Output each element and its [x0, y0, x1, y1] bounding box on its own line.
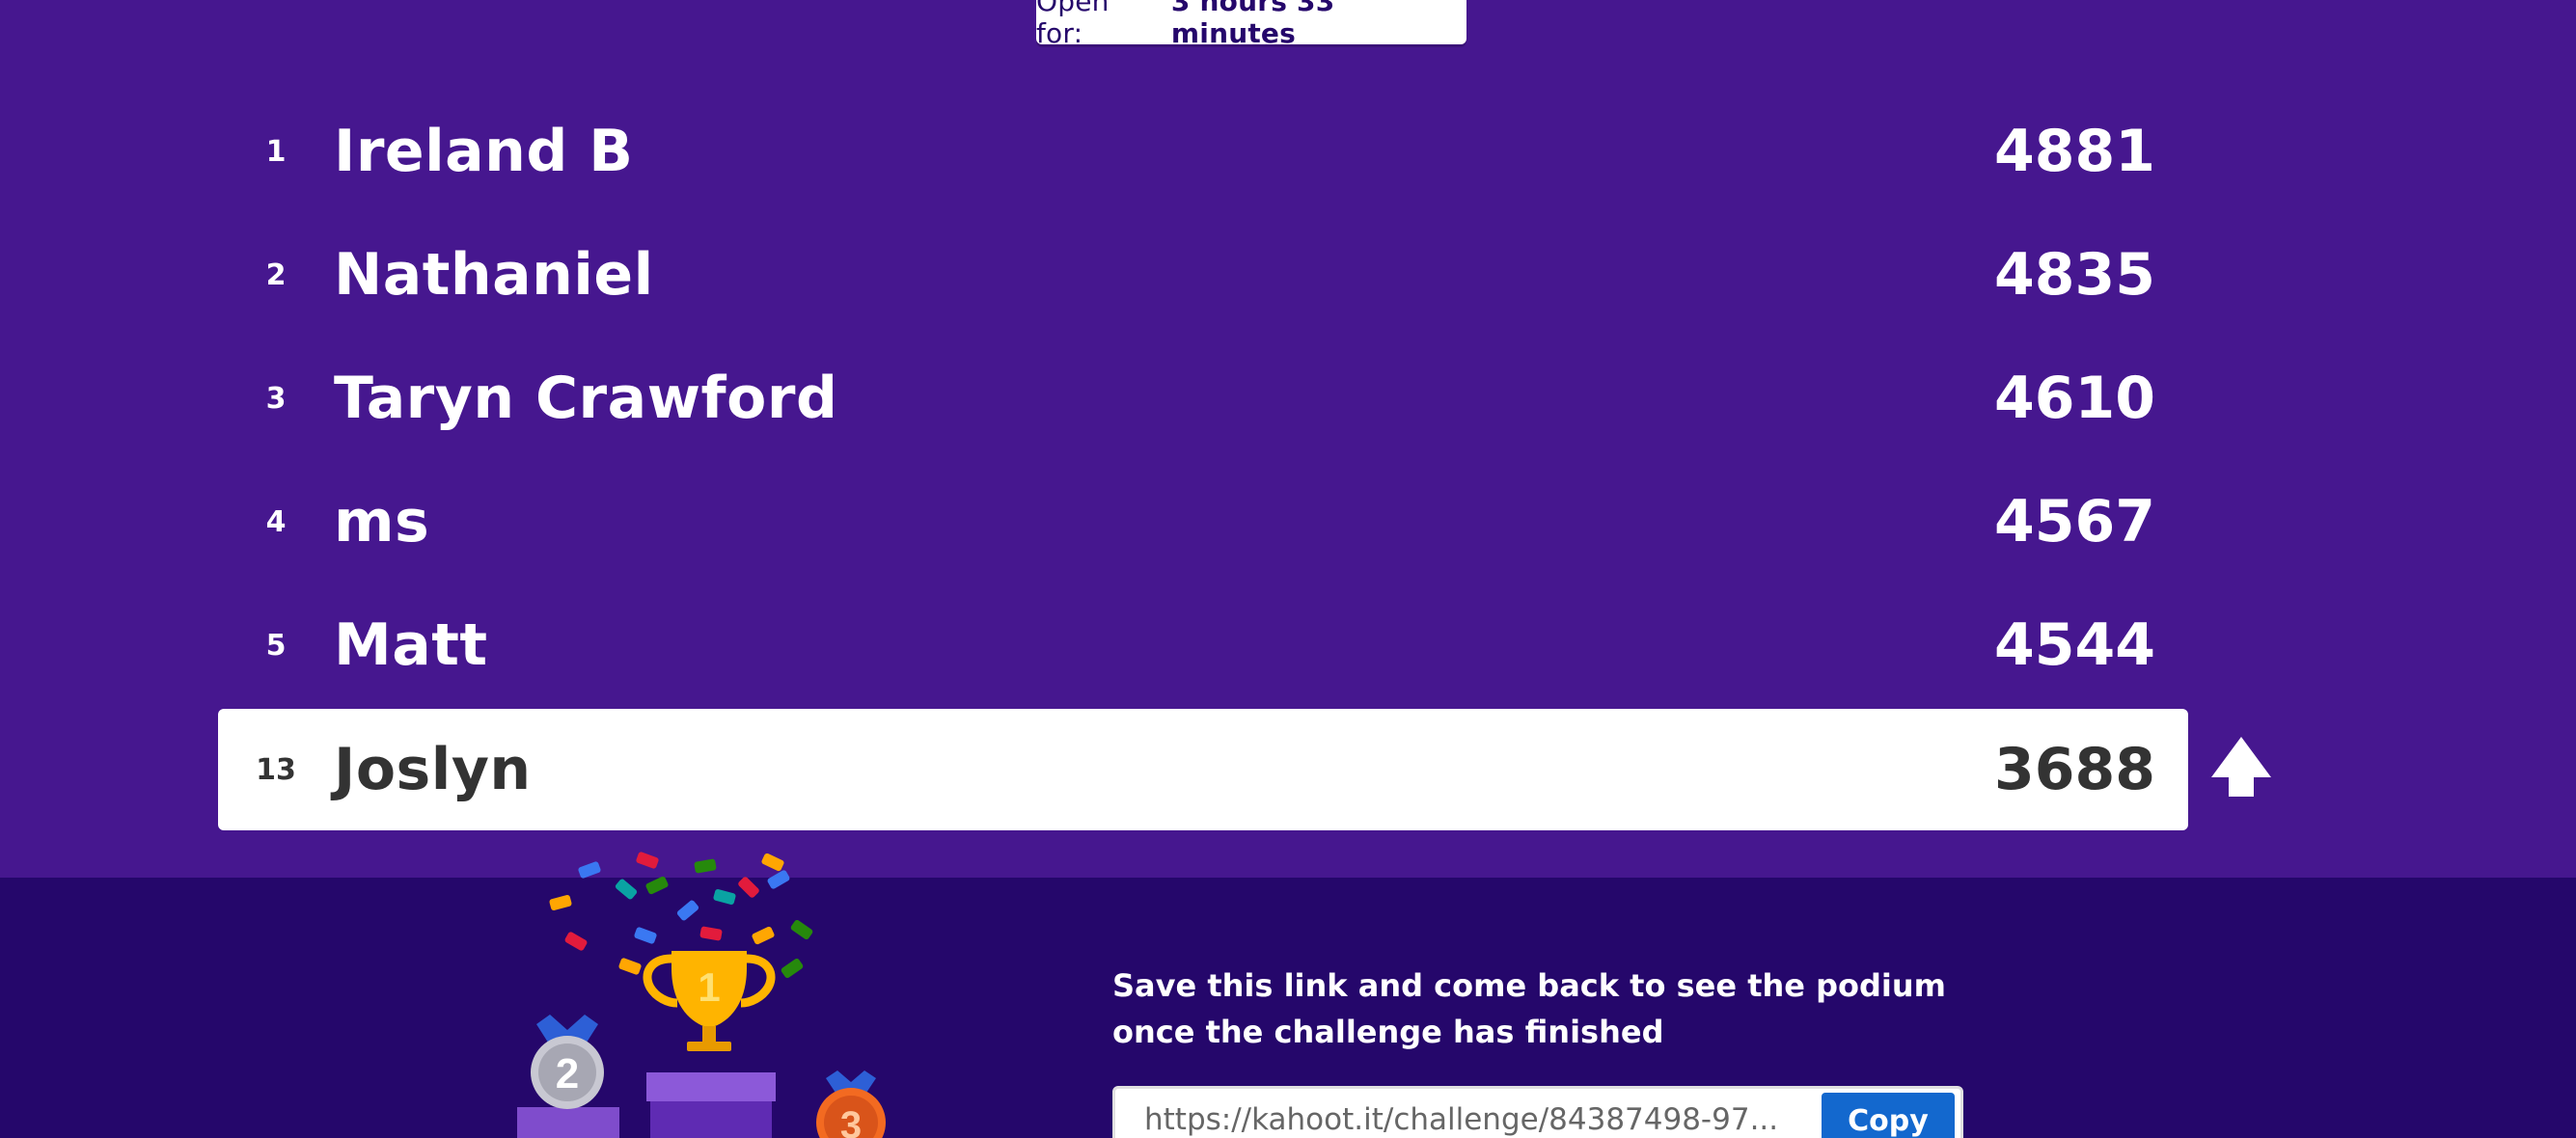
row-rank: 4 [265, 504, 287, 539]
challenge-link-text[interactable]: https://kahoot.it/challenge/84387498-97.… [1115, 1102, 1822, 1137]
row-rank: 1 [265, 134, 287, 169]
row-score: 4567 [1994, 488, 2155, 555]
row-player-name: Nathaniel [334, 241, 654, 309]
open-for-label: Open for: [1036, 0, 1110, 49]
arrow-up-icon [2211, 737, 2271, 797]
row-rank: 5 [265, 628, 287, 663]
copy-link-button[interactable]: Copy [1822, 1093, 1955, 1138]
row-player-name: Matt [334, 611, 488, 679]
leaderboard-row: 1 Ireland B 4881 [218, 91, 2188, 212]
save-link-line-1: Save this link and come back to see the … [1112, 967, 1946, 1004]
row-score: 4544 [1994, 611, 2155, 679]
row-rank: 2 [265, 257, 287, 292]
leaderboard-row: 2 Nathaniel 4835 [218, 214, 2188, 336]
bronze-medal-icon: 3 [816, 1070, 886, 1138]
current-player-row: 13 Joslyn 3688 [218, 709, 2188, 830]
silver-medal-icon: 2 [531, 1015, 604, 1109]
save-link-line-2: once the challenge has finished [1112, 1014, 1664, 1050]
podium-second-block [517, 1107, 619, 1138]
podium-trophy-illustration: 1 2 3 [517, 852, 886, 1138]
row-player-name: Ireland B [334, 118, 634, 185]
challenge-link-field[interactable]: https://kahoot.it/challenge/84387498-97.… [1112, 1086, 1963, 1138]
row-player-name: ms [334, 488, 430, 555]
trophy-icon: 1 [643, 951, 776, 1051]
podium-first-top [646, 1072, 776, 1101]
row-rank: 3 [265, 381, 287, 416]
current-player-name: Joslyn [334, 736, 532, 803]
podium-first-base [650, 1101, 772, 1138]
svg-text:2: 2 [556, 1050, 579, 1097]
save-link-message: Save this link and come back to see the … [1112, 962, 1981, 1055]
current-player-rank: 13 [256, 752, 296, 787]
open-for-badge: Open for: 3 hours 33 minutes [1036, 0, 1466, 49]
row-score: 4835 [1994, 241, 2155, 309]
leaderboard-panel: Open for: 3 hours 33 minutes 1 Ireland B… [0, 0, 2576, 878]
leaderboard-row: 5 Matt 4544 [218, 584, 2188, 706]
svg-text:3: 3 [840, 1104, 862, 1138]
current-player-score: 3688 [1994, 736, 2155, 803]
row-player-name: Taryn Crawford [334, 365, 838, 432]
svg-text:1: 1 [698, 964, 720, 1010]
row-score: 4610 [1994, 365, 2155, 432]
leaderboard-row: 3 Taryn Crawford 4610 [218, 338, 2188, 459]
row-score: 4881 [1994, 118, 2155, 185]
leaderboard-row: 4 ms 4567 [218, 461, 2188, 583]
open-for-value: 3 hours 33 minutes [1170, 0, 1335, 49]
